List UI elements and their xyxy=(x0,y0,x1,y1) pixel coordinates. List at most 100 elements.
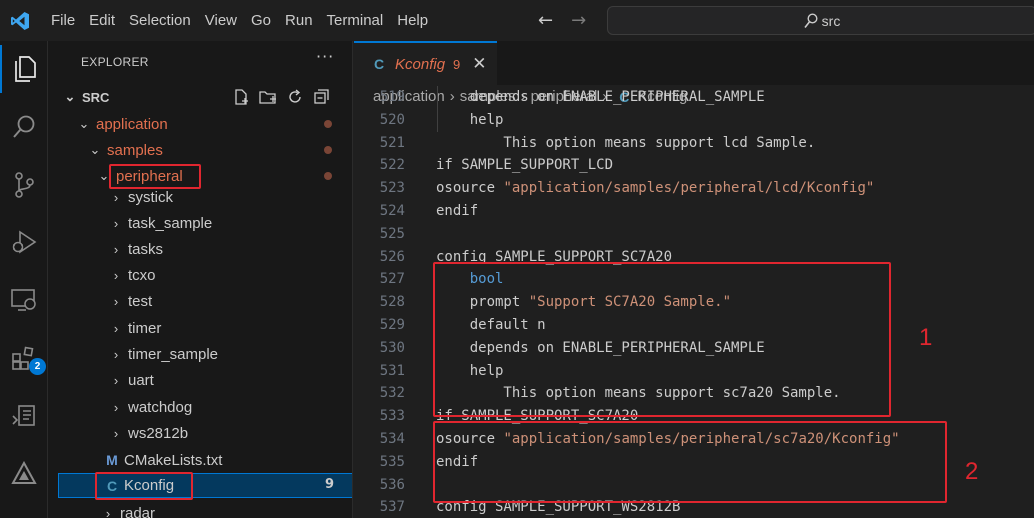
menu-help[interactable]: Help xyxy=(390,0,435,41)
testing-icon[interactable] xyxy=(0,392,48,440)
chevron-right-icon: › xyxy=(113,241,119,257)
line-number: 534 xyxy=(379,431,405,447)
folder-tasks[interactable]: › tasks xyxy=(108,236,352,262)
folder-radar[interactable]: › radar xyxy=(100,500,352,518)
refresh-icon[interactable] xyxy=(286,88,304,106)
modified-dot xyxy=(324,120,332,128)
line-number: 522 xyxy=(379,157,405,174)
folder-application[interactable]: ⌄ application xyxy=(76,111,352,137)
code-text: help xyxy=(436,109,504,132)
search-view-icon[interactable] xyxy=(0,103,48,151)
line-number: 520 xyxy=(379,111,405,128)
folder-ws2812b[interactable]: › ws2812b xyxy=(108,420,352,446)
code-text: if SAMPLE_SUPPORT_LCD xyxy=(436,154,613,177)
line-number: 536 xyxy=(379,476,405,493)
explorer-actions xyxy=(232,88,330,106)
chevron-right-icon: › xyxy=(113,215,119,231)
folder-test[interactable]: › test xyxy=(108,288,352,314)
editor-area: C Kconfig 9 ✕ application › samples › pe… xyxy=(354,41,1034,518)
highlight-box-osource-block xyxy=(433,421,947,503)
menu-view[interactable]: View xyxy=(198,0,244,41)
kconfig-file-icon: C xyxy=(373,56,385,72)
folder-samples[interactable]: ⌄ samples xyxy=(87,137,352,163)
menu-file[interactable]: File xyxy=(44,0,82,41)
code-line: 523 osource "application/samples/peripher… xyxy=(354,177,1034,200)
tab-bar: C Kconfig 9 ✕ xyxy=(354,41,1034,85)
folder-uart[interactable]: › uart xyxy=(108,367,352,393)
folder-task-sample[interactable]: › task_sample xyxy=(108,210,352,236)
chevron-right-icon: › xyxy=(113,399,119,415)
close-icon[interactable]: ✕ xyxy=(472,54,486,74)
back-arrow-icon[interactable]: ← xyxy=(538,10,553,31)
chevron-down-icon: ⌄ xyxy=(78,116,90,131)
menu-terminal[interactable]: Terminal xyxy=(320,0,391,41)
search-text: src xyxy=(821,12,841,29)
file-cmakelists[interactable]: M CMakeLists.txt xyxy=(104,447,352,473)
line-number: 532 xyxy=(379,385,405,402)
annotation-number-1: 1 xyxy=(919,324,933,351)
menu-go[interactable]: Go xyxy=(244,0,278,41)
annotation-number-2: 2 xyxy=(965,458,979,485)
chevron-down-icon: ⌄ xyxy=(64,89,76,104)
navigation-arrows: ← → xyxy=(538,0,586,41)
code-line: 519 depends on ENABLE_PERIPHERAL_SAMPLE xyxy=(354,86,1034,109)
code-text: This option means support lcd Sample. xyxy=(436,132,815,155)
chevron-right-icon: › xyxy=(113,425,119,441)
line-number: 531 xyxy=(379,362,405,379)
search-icon xyxy=(804,12,818,28)
chevron-right-icon: › xyxy=(113,189,119,205)
remote-explorer-icon[interactable] xyxy=(0,276,48,324)
new-file-icon[interactable] xyxy=(232,88,250,106)
code-line: 522 if SAMPLE_SUPPORT_LCD xyxy=(354,154,1034,177)
line-number: 533 xyxy=(379,408,405,425)
line-number: 523 xyxy=(379,180,405,197)
chevron-right-icon: › xyxy=(113,372,119,388)
folder-systick[interactable]: › systick xyxy=(108,184,352,210)
indent-guide xyxy=(437,86,438,132)
run-debug-icon[interactable] xyxy=(0,218,48,266)
more-actions-icon[interactable]: ··· xyxy=(316,47,334,66)
modified-dot xyxy=(324,146,332,154)
explorer-sidebar: EXPLORER ··· ⌄ SRC ⌄ application ⌄ sampl… xyxy=(48,41,353,518)
extension-view-icon[interactable] xyxy=(0,450,48,498)
code-token: help xyxy=(436,111,504,128)
line-number: 527 xyxy=(379,271,405,288)
code-line: 524 endif xyxy=(354,200,1034,223)
modified-dot xyxy=(324,172,332,180)
line-number: 519 xyxy=(379,89,405,105)
line-number: 521 xyxy=(379,134,405,151)
menu-run[interactable]: Run xyxy=(278,0,320,41)
folder-timer[interactable]: › timer xyxy=(108,315,352,341)
line-number: 528 xyxy=(379,294,405,311)
tab-problems-count: 9 xyxy=(453,56,461,72)
chevron-right-icon: › xyxy=(113,293,119,309)
explorer-files-icon[interactable] xyxy=(0,45,48,93)
code-text: depends on ENABLE_PERIPHERAL_SAMPLE xyxy=(436,86,765,109)
menu-edit[interactable]: Edit xyxy=(82,0,122,41)
cmake-file-icon: M xyxy=(106,452,118,468)
new-folder-icon[interactable] xyxy=(258,88,278,106)
code-line: 525 xyxy=(354,223,1034,246)
chevron-right-icon: › xyxy=(113,320,119,336)
extensions-badge: 2 xyxy=(29,358,46,375)
folder-timer-sample[interactable]: › timer_sample xyxy=(108,341,352,367)
code-text: endif xyxy=(436,200,478,223)
code-text: osource "application/samples/peripheral/… xyxy=(436,177,874,200)
folder-tcxo[interactable]: › tcxo xyxy=(108,262,352,288)
menu-selection[interactable]: Selection xyxy=(122,0,198,41)
line-number: 537 xyxy=(379,499,405,516)
forward-arrow-icon[interactable]: → xyxy=(571,10,586,31)
line-number: 535 xyxy=(379,453,405,470)
code-string: "application/samples/peripheral/lcd/Kcon… xyxy=(503,180,875,197)
collapse-all-icon[interactable] xyxy=(312,88,330,106)
folder-watchdog[interactable]: › watchdog xyxy=(108,394,352,420)
vscode-logo-icon xyxy=(0,0,40,41)
extensions-icon[interactable]: 2 xyxy=(0,334,48,382)
source-control-icon[interactable] xyxy=(0,161,48,209)
problems-count: 9 xyxy=(325,477,335,492)
line-number: 525 xyxy=(379,225,405,242)
command-center-search[interactable]: src xyxy=(607,6,1034,35)
line-number: 526 xyxy=(379,248,405,265)
code-token: This option means support lcd Sample. xyxy=(436,134,816,151)
tab-kconfig[interactable]: C Kconfig 9 ✕ xyxy=(354,41,497,85)
